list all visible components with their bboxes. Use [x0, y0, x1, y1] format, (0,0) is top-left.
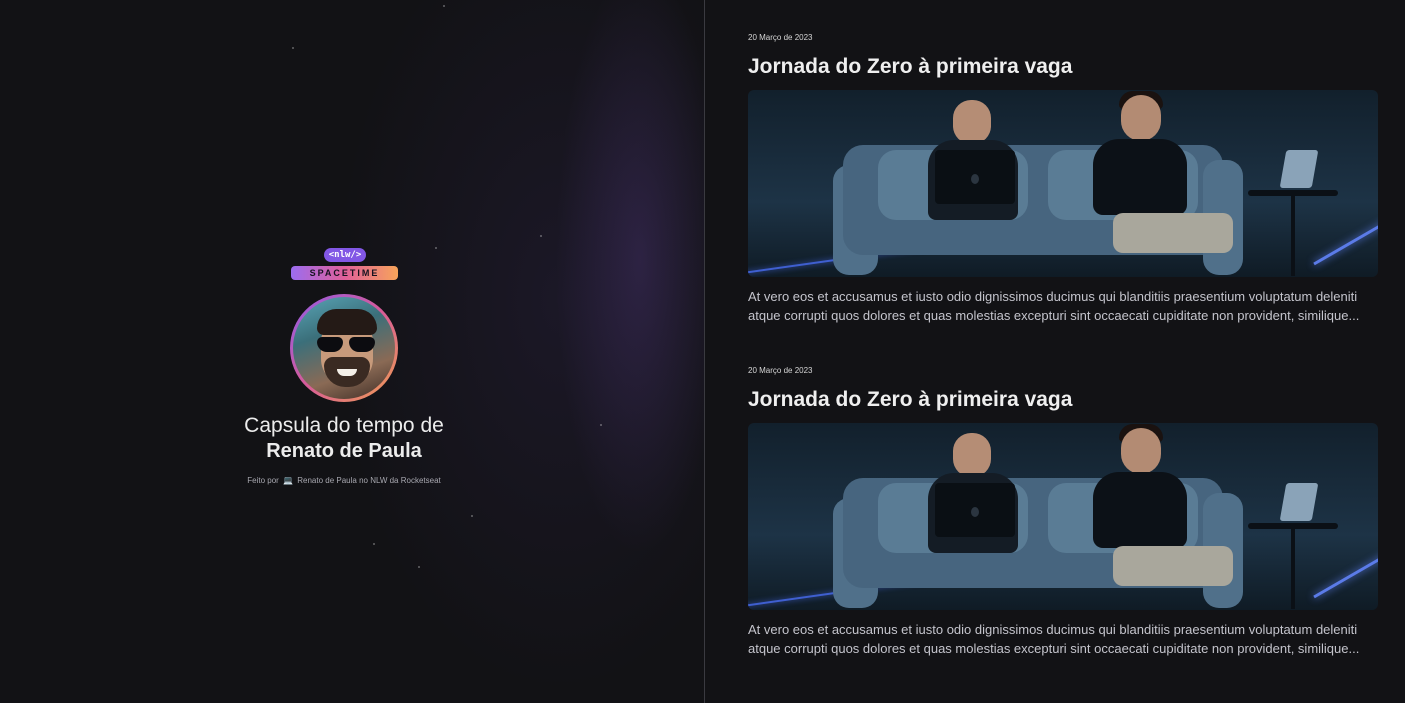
- star: [435, 247, 437, 249]
- hero-panel: <nlw/> SPACETIME Capsula do tempo de Ren…: [0, 0, 704, 703]
- spacetime-wordmark: SPACETIME: [291, 266, 398, 280]
- credit-prefix: Feito por: [247, 476, 279, 485]
- memory-card: 20 Março de 2023 Jornada do Zero à prime…: [748, 366, 1378, 658]
- memory-image: [748, 423, 1378, 610]
- memory-image: [748, 90, 1378, 277]
- star: [373, 543, 375, 545]
- credit-text: Feito por 💻 Renato de Paula no NLW da Ro…: [194, 476, 494, 485]
- laptop-icon: 💻: [283, 476, 294, 485]
- star: [292, 47, 294, 49]
- avatar: [290, 294, 398, 402]
- hero-title-name: Renato de Paula: [266, 440, 422, 462]
- star: [471, 515, 473, 517]
- memory-title: Jornada do Zero à primeira vaga: [748, 388, 1073, 411]
- memory-title: Jornada do Zero à primeira vaga: [748, 55, 1073, 78]
- memory-card: 20 Março de 2023 Jornada do Zero à prime…: [748, 33, 1378, 325]
- timeline[interactable]: 20 Março de 2023 Jornada do Zero à prime…: [705, 0, 1405, 703]
- memory-date: 20 Março de 2023: [748, 366, 813, 375]
- memory-excerpt: At vero eos et accusamus et iusto odio d…: [748, 622, 1360, 656]
- spacetime-logo: <nlw/> SPACETIME: [291, 248, 399, 282]
- star: [418, 566, 420, 568]
- nlw-tag: <nlw/>: [324, 248, 366, 262]
- credit-link[interactable]: Renato de Paula no NLW da Rocketseat: [297, 476, 441, 485]
- star: [600, 424, 602, 426]
- memory-date: 20 Março de 2023: [748, 33, 813, 42]
- hero-title-line1: Capsula do tempo de: [244, 414, 444, 437]
- avatar-photo: [293, 297, 395, 399]
- star: [443, 5, 445, 7]
- star: [540, 235, 542, 237]
- memory-excerpt: At vero eos et accusamus et iusto odio d…: [748, 289, 1360, 323]
